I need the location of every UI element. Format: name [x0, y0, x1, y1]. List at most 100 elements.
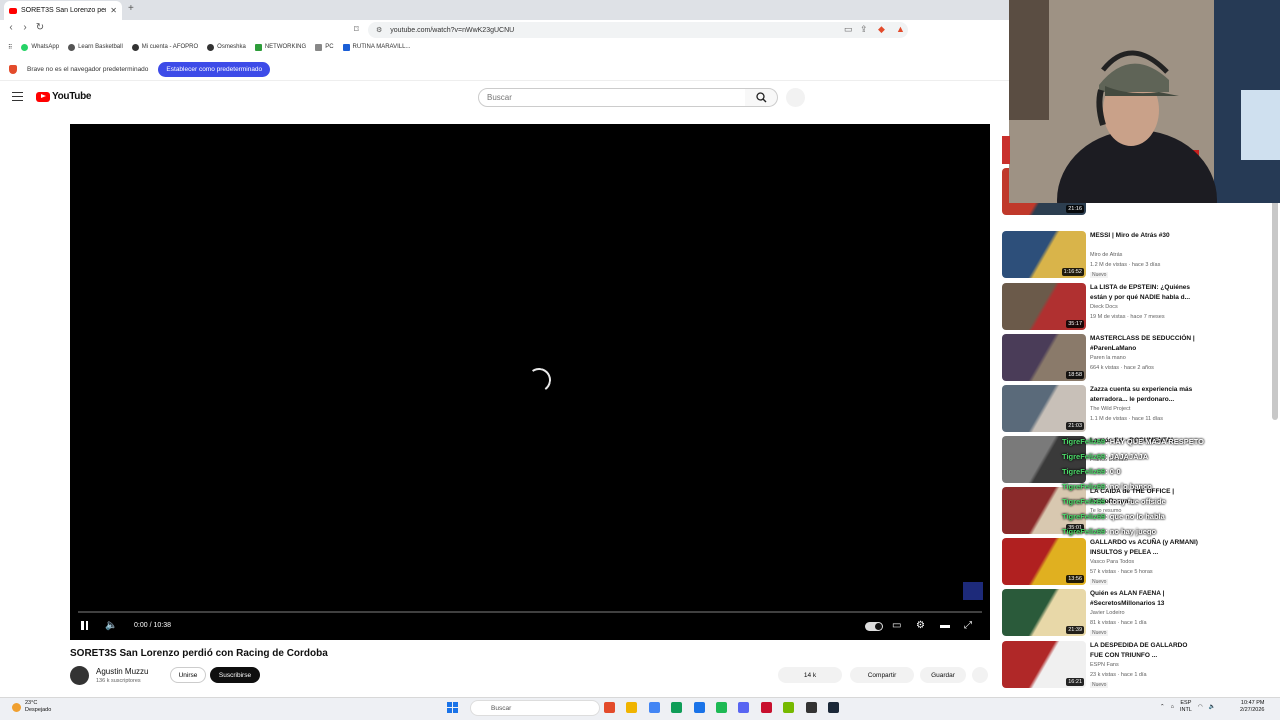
speaker-icon[interactable]: 🔈 [1209, 704, 1216, 710]
video-thumbnail[interactable]: 21:03 [1002, 385, 1086, 432]
recommendation-item[interactable]: 35:17 La LISTA de EPSTEIN: ¿Quiénes están… [1002, 283, 1202, 333]
bookmark-item[interactable]: PC [315, 43, 334, 51]
start-icon[interactable] [447, 702, 458, 713]
recommendation-channel[interactable]: Paren la mano [1090, 355, 1126, 361]
avatar[interactable] [70, 666, 89, 685]
browser-tab[interactable]: SORET3S San Lorenzo perdió co ✕ [4, 1, 122, 20]
search-input[interactable] [478, 88, 746, 107]
recommendation-item[interactable]: 21:03 Zazza cuenta su experiencia más ate… [1002, 385, 1202, 435]
recommendation-channel[interactable]: ESPN Fans [1090, 662, 1119, 668]
recommendation-title[interactable]: La LISTA de EPSTEIN: ¿Quiénes están y po… [1090, 283, 1198, 302]
site-info-icon[interactable]: ⚙ [376, 26, 382, 34]
close-tab-icon[interactable]: ✕ [110, 6, 117, 15]
reload-icon[interactable]: ↻ [34, 22, 46, 33]
recommendation-item[interactable]: 1:16:52 MESSI | Miro de Atrás #30 Miro de … [1002, 231, 1202, 281]
back-icon[interactable]: ‹ [5, 22, 17, 33]
recommendation-title[interactable]: Quién es ALAN FAENA | #SecretosMillonari… [1090, 589, 1198, 608]
video-thumbnail[interactable]: 21:39 [1002, 589, 1086, 636]
recommendation-item[interactable]: 13:56 GALLARDO vs ACUÑA (y ARMANI) INSULT… [1002, 538, 1202, 588]
subtitles-icon[interactable]: ▭ [892, 620, 901, 631]
recommendation-item[interactable]: 21:39 Quién es ALAN FAENA | #SecretosMill… [1002, 589, 1202, 639]
join-button[interactable]: Unirse [170, 667, 206, 683]
recommendation-title[interactable]: MESSI | Miro de Atrás #30 [1090, 231, 1198, 241]
channel-name[interactable]: Agustin Muzzu [96, 667, 148, 676]
video-thumbnail[interactable]: 35:17 [1002, 283, 1086, 330]
clock[interactable]: 10:47 PM 2/27/2026 [1240, 700, 1264, 714]
recommendation-item[interactable]: 16:21 LA DESPEDIDA DE GALLARDO FUE CON TR… [1002, 641, 1202, 691]
share-icon[interactable]: ⇪ [860, 24, 868, 35]
recommendation-channel[interactable]: Miro de Atrás [1090, 252, 1122, 258]
more-actions-button[interactable] [972, 667, 988, 683]
bookmark-item[interactable]: Osmeshka [207, 43, 246, 51]
like-button[interactable]: 14 k [778, 667, 842, 683]
bookmark-item[interactable]: NETWORKING [254, 43, 306, 51]
settings-gear-icon[interactable]: ⚙ [916, 620, 925, 631]
pause-button[interactable] [81, 621, 91, 631]
steam-icon[interactable] [828, 702, 839, 713]
cut-off-thumbnail[interactable] [1002, 136, 1010, 164]
recommendation-meta: 57 k vistas · hace 5 horas [1090, 569, 1153, 575]
video-thumbnail[interactable]: 13:56 [1002, 538, 1086, 585]
brave-rewards-icon[interactable]: ▲ [896, 24, 905, 34]
obs-icon[interactable] [805, 702, 817, 713]
new-badge: Nuevo [1090, 579, 1109, 585]
volume-icon[interactable]: 🔈 [105, 620, 117, 631]
fullscreen-icon[interactable]: ⤢ [964, 620, 972, 631]
system-tray: ⌃ ⌂ ESP INTL ◠ 🔈 [1160, 700, 1216, 714]
new-badge: Nuevo [1090, 272, 1109, 278]
search-button[interactable] [745, 88, 778, 107]
spotify-icon[interactable] [716, 702, 727, 713]
brave-icon[interactable] [604, 702, 615, 713]
app-icon[interactable] [760, 702, 772, 713]
new-badge: Nuevo [1090, 682, 1109, 688]
address-bar[interactable]: ⚙ youtube.com/watch?v=nWwK23gUCNU [368, 22, 908, 38]
language-indicator[interactable]: ESP [1180, 700, 1191, 706]
recommendation-channel[interactable]: The Wild Project [1090, 406, 1130, 412]
recommendation-title[interactable]: MASTERCLASS DE SEDUCCIÓN | #ParenLaMano [1090, 334, 1198, 353]
recommendation-channel[interactable]: Javier Lodeiro [1090, 610, 1125, 616]
forward-icon[interactable]: › [19, 22, 31, 33]
bookmark-item[interactable]: Learn Basketball [68, 43, 123, 51]
weather-widget[interactable]: 23°C Despejado [12, 700, 51, 714]
wifi-icon[interactable]: ◠ [1198, 704, 1203, 710]
video-thumbnail[interactable]: 18:58 [1002, 334, 1086, 381]
whatsapp-icon [21, 43, 29, 51]
bookmark-item[interactable]: Mi cuenta - AFOPRO [131, 43, 198, 51]
recommendation-title[interactable]: LA DESPEDIDA DE GALLARDO FUE CON TRIUNFO… [1090, 641, 1198, 660]
discord-icon[interactable] [738, 702, 750, 713]
video-thumbnail[interactable]: 16:21 [1002, 641, 1086, 688]
folder-icon [315, 43, 323, 51]
recommendation-title[interactable]: Zazza cuenta su experiencia más aterrado… [1090, 385, 1198, 404]
theater-mode-icon[interactable]: ▬ [940, 620, 950, 631]
file-explorer-icon[interactable] [626, 702, 638, 713]
save-button[interactable]: Guardar [920, 667, 966, 683]
taskbar-search[interactable]: Buscar [470, 700, 600, 716]
chrome-icon[interactable] [648, 702, 660, 713]
recommendation-title[interactable]: GALLARDO vs ACUÑA (y ARMANI) INSULTOS y … [1090, 538, 1198, 557]
recommendation-item[interactable]: 18:58 MASTERCLASS DE SEDUCCIÓN | #ParenLa… [1002, 334, 1202, 384]
youtube-logo[interactable]: YouTube [36, 91, 92, 102]
set-default-button[interactable]: Establecer como predeterminado [158, 62, 271, 77]
bookmark-icon[interactable]: ⌑ [354, 24, 359, 35]
edge-icon[interactable] [671, 702, 683, 713]
channel-watermark[interactable] [963, 582, 983, 600]
recommendation-channel[interactable]: Vasco Para Todos [1090, 559, 1134, 565]
brave-shields-icon[interactable]: ◆ [878, 24, 885, 35]
new-tab-icon[interactable]: + [128, 3, 134, 14]
nvidia-icon[interactable] [783, 702, 795, 713]
voice-search-button[interactable] [786, 88, 805, 107]
chevron-up-icon[interactable]: ⌃ [1160, 704, 1165, 710]
progress-bar[interactable] [78, 611, 982, 613]
network-icon[interactable]: ⌂ [1171, 704, 1174, 710]
recommendation-channel[interactable]: Dieck Docs [1090, 304, 1118, 310]
store-icon[interactable] [693, 702, 705, 713]
share-button[interactable]: Compartir [850, 667, 914, 683]
apps-grid-icon[interactable]: ⠿ [8, 44, 12, 51]
video-thumbnail[interactable]: 1:16:52 [1002, 231, 1086, 278]
cast-icon[interactable]: ▭ [844, 24, 853, 35]
menu-icon[interactable] [12, 92, 23, 104]
autoplay-toggle[interactable] [865, 622, 883, 631]
subscribe-button[interactable]: Suscribirse [210, 667, 260, 683]
bookmark-item[interactable]: RUTINA MARAVILL... [342, 43, 410, 51]
bookmark-item[interactable]: WhatsApp [21, 43, 59, 51]
